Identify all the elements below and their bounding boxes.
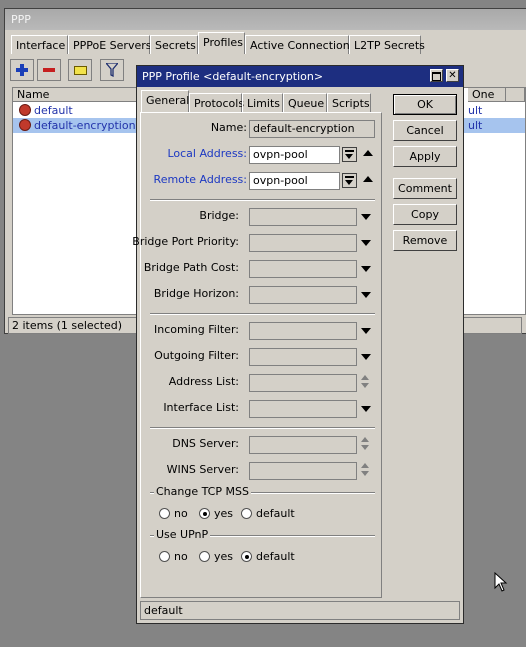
ok-button[interactable]: OK: [393, 94, 457, 115]
remove-remote-address-icon[interactable]: [363, 176, 373, 182]
outgoing-filter-label: Outgoing Filter:: [154, 349, 239, 362]
column-header-filler: [506, 88, 525, 102]
tab-profiles[interactable]: Profiles: [198, 32, 245, 54]
list-item-only-one: ult: [468, 119, 483, 132]
separator: [150, 199, 375, 201]
bridge-port-priority-select[interactable]: [249, 234, 357, 252]
radio-icon: [199, 551, 210, 562]
name-field[interactable]: default-encryption: [249, 120, 375, 138]
radio-icon: [241, 508, 252, 519]
interface-list-select[interactable]: [249, 400, 357, 418]
bridge-path-cost-dropdown-icon[interactable]: [361, 266, 371, 272]
bridge-horizon-label: Bridge Horizon:: [153, 287, 239, 300]
maximize-icon: [432, 72, 441, 81]
filter-icon: [106, 63, 118, 77]
close-button[interactable]: ✕: [446, 69, 459, 82]
general-panel: Name: default-encryption Local Address: …: [132, 112, 382, 598]
wins-server-input[interactable]: [249, 462, 357, 480]
apply-button[interactable]: Apply: [393, 146, 457, 167]
separator: [150, 313, 375, 315]
ppp-profile-dialog: PPP Profile <default-encryption> ✕ Gener…: [132, 65, 464, 624]
list-item-only-one: ult: [468, 104, 483, 117]
profile-icon: [19, 119, 31, 131]
plus-icon: [16, 64, 28, 76]
bridge-path-cost-label: Bridge Path Cost:: [143, 261, 239, 274]
remote-address-input[interactable]: ovpn-pool: [249, 172, 340, 190]
remove-button[interactable]: Remove: [393, 230, 457, 251]
local-address-input[interactable]: ovpn-pool: [249, 146, 340, 164]
tab-limits[interactable]: Limits: [242, 93, 283, 112]
radio-selected-icon: [199, 508, 210, 519]
tab-interface[interactable]: Interface: [11, 35, 68, 54]
minus-icon: [43, 68, 55, 72]
note-icon: [73, 65, 87, 75]
remove-button[interactable]: [37, 59, 61, 81]
maximize-button[interactable]: [430, 69, 443, 82]
incoming-filter-label: Incoming Filter:: [154, 323, 239, 336]
bridge-select[interactable]: [249, 208, 357, 226]
outgoing-filter-dropdown-icon[interactable]: [361, 354, 371, 360]
dropdown-icon: [345, 176, 354, 178]
wins-server-spinner[interactable]: [361, 463, 371, 479]
dropdown-icon: [345, 150, 354, 152]
radio-icon: [159, 508, 170, 519]
remote-address-label[interactable]: Remote Address:: [127, 173, 247, 186]
tab-general[interactable]: General: [141, 90, 189, 113]
address-list-label: Address List:: [168, 375, 239, 388]
profile-icon: [19, 104, 31, 116]
add-button[interactable]: [10, 59, 34, 81]
remove-local-address-icon[interactable]: [363, 150, 373, 156]
comment-button[interactable]: [68, 59, 92, 81]
address-list-spinner[interactable]: [361, 375, 371, 391]
bridge-port-priority-dropdown-icon[interactable]: [361, 240, 371, 246]
bridge-horizon-dropdown-icon[interactable]: [361, 292, 371, 298]
radio-icon: [159, 551, 170, 562]
tab-scripts[interactable]: Scripts: [327, 93, 371, 112]
tab-secrets[interactable]: Secrets: [150, 35, 198, 54]
tab-pppoe-servers[interactable]: PPPoE Servers: [68, 35, 152, 54]
bridge-dropdown-icon[interactable]: [361, 214, 371, 220]
outgoing-filter-select[interactable]: [249, 348, 357, 366]
separator: [150, 427, 375, 429]
interface-list-label: Interface List:: [163, 401, 239, 414]
radio-selected-icon: [241, 551, 252, 562]
incoming-filter-dropdown-icon[interactable]: [361, 328, 371, 334]
comment-button[interactable]: Comment: [393, 178, 457, 199]
bridge-label: Bridge:: [199, 209, 239, 222]
use-upnp-label: Use UPnP: [154, 528, 211, 541]
dns-server-input[interactable]: [249, 436, 357, 454]
address-list-input[interactable]: [249, 374, 357, 392]
dialog-status-bar: default: [140, 601, 460, 620]
column-header-name[interactable]: Name: [13, 88, 138, 102]
bridge-path-cost-select[interactable]: [249, 260, 357, 278]
filter-button[interactable]: [100, 59, 124, 81]
dialog-title: PPP Profile <default-encryption>: [137, 66, 463, 87]
incoming-filter-select[interactable]: [249, 322, 357, 340]
local-address-label[interactable]: Local Address:: [127, 147, 247, 160]
tab-queue[interactable]: Queue: [283, 93, 327, 112]
list-item-name: default: [34, 104, 73, 117]
cancel-button[interactable]: Cancel: [393, 120, 457, 141]
wins-server-label: WINS Server:: [166, 463, 239, 476]
bridge-port-priority-label: Bridge Port Priority:: [132, 235, 239, 248]
interface-list-dropdown-icon[interactable]: [361, 406, 371, 412]
copy-button[interactable]: Copy: [393, 204, 457, 225]
dns-server-spinner[interactable]: [361, 437, 371, 453]
mouse-pointer-icon: [494, 572, 508, 592]
close-icon: ✕: [448, 70, 457, 81]
change-tcp-mss-label: Change TCP MSS: [154, 485, 251, 498]
local-address-dropdown[interactable]: [342, 147, 357, 162]
column-header-only-one[interactable]: One: [468, 88, 506, 102]
remote-address-dropdown[interactable]: [342, 173, 357, 188]
dns-server-label: DNS Server:: [172, 437, 239, 450]
list-item-name: default-encryption: [34, 119, 136, 132]
bridge-horizon-select[interactable]: [249, 286, 357, 304]
tab-l2tp-secrets[interactable]: L2TP Secrets: [349, 35, 425, 54]
tab-protocols[interactable]: Protocols: [189, 93, 244, 112]
tab-active-connections[interactable]: Active Connections: [245, 35, 356, 54]
ppp-window-title: PPP: [5, 9, 526, 30]
name-label: Name:: [210, 121, 247, 134]
